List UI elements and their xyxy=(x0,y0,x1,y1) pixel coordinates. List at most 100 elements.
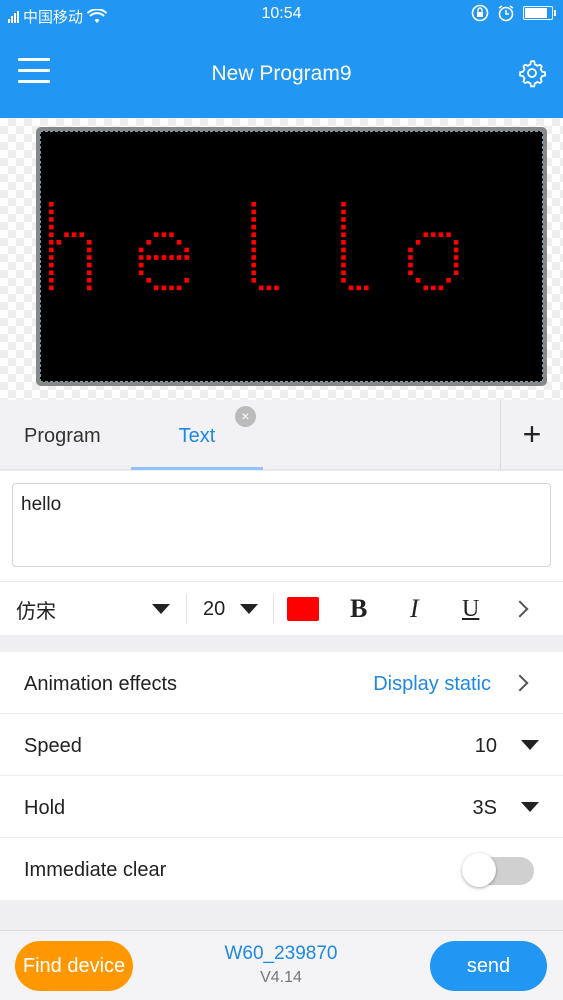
led-dot xyxy=(87,262,92,268)
animation-effects-label: Animation effects xyxy=(24,673,178,695)
led-dot xyxy=(161,232,167,237)
led-dot xyxy=(49,270,54,275)
led-dot xyxy=(251,232,256,237)
led-dot xyxy=(251,262,256,268)
led-dot xyxy=(176,240,182,245)
more-options-button[interactable] xyxy=(511,582,529,636)
font-size-value: 20 xyxy=(203,597,226,620)
app-header: 中国移动 10:54 New Program9 xyxy=(0,0,563,118)
bottom-bar: Find device W60_239870 V4.14 send xyxy=(0,930,563,1000)
close-tab-icon[interactable]: × xyxy=(235,406,256,427)
led-dot xyxy=(431,285,436,291)
led-dot xyxy=(71,232,77,237)
led-dot xyxy=(161,255,167,260)
led-dot xyxy=(64,232,69,237)
led-dot xyxy=(266,285,272,291)
led-dot xyxy=(431,232,436,237)
add-tab-button[interactable]: + xyxy=(500,400,563,470)
gear-icon[interactable] xyxy=(517,58,547,88)
text-color-swatch[interactable] xyxy=(287,582,319,636)
divider xyxy=(273,594,274,624)
led-dot xyxy=(251,224,256,230)
color-swatch-fill xyxy=(287,597,319,621)
led-dot xyxy=(146,240,151,245)
led-text xyxy=(49,202,459,291)
dropdown-arrow-icon[interactable] xyxy=(521,714,539,776)
underline-button[interactable]: U xyxy=(462,582,479,636)
led-dot xyxy=(87,247,92,253)
hold-value: 3S xyxy=(472,797,497,819)
led-dot xyxy=(341,202,346,207)
led-dot xyxy=(341,209,346,215)
animation-effects-value: Display static xyxy=(373,673,491,695)
led-dot xyxy=(56,240,62,245)
led-dot xyxy=(251,209,256,215)
led-dot xyxy=(49,278,54,283)
led-dot xyxy=(438,285,444,291)
hold-row[interactable]: Hold 3S xyxy=(0,776,563,838)
dropdown-arrow-icon xyxy=(152,604,170,614)
text-input-section: hello xyxy=(0,471,563,581)
send-button[interactable]: send xyxy=(430,941,547,991)
text-content-input[interactable]: hello xyxy=(12,483,551,567)
led-dot xyxy=(87,270,92,275)
led-dot xyxy=(49,255,54,260)
led-dot xyxy=(341,262,346,268)
led-dot xyxy=(453,262,459,268)
hold-label: Hold xyxy=(24,797,66,819)
led-dot xyxy=(453,240,459,245)
led-preview-area xyxy=(0,118,563,400)
led-dot xyxy=(49,202,54,207)
settings-list: Animation effects Display static Speed 1… xyxy=(0,652,563,900)
device-info[interactable]: W60_239870 V4.14 xyxy=(180,943,382,987)
led-dot xyxy=(341,278,346,283)
led-dot xyxy=(251,217,256,222)
led-screen[interactable] xyxy=(40,131,543,382)
led-dot xyxy=(453,247,459,253)
led-dot xyxy=(49,285,54,291)
tab-program[interactable]: Program xyxy=(24,400,101,470)
chevron-right-icon xyxy=(511,652,529,714)
led-dot xyxy=(49,240,54,245)
font-size-select[interactable]: 20 xyxy=(203,582,259,636)
led-dot xyxy=(251,247,256,253)
italic-button[interactable]: I xyxy=(410,582,419,636)
led-dot xyxy=(184,255,189,260)
dropdown-arrow-icon[interactable] xyxy=(521,776,539,838)
led-dot xyxy=(408,255,413,260)
immediate-clear-toggle[interactable] xyxy=(462,838,534,900)
bold-button[interactable]: B xyxy=(350,582,367,636)
led-dot xyxy=(356,285,361,291)
led-dot xyxy=(341,270,346,275)
led-dot xyxy=(49,232,54,237)
title-bar: New Program9 xyxy=(0,30,563,118)
led-dot xyxy=(176,255,182,260)
led-screen-frame xyxy=(36,127,547,386)
led-dot xyxy=(154,255,159,260)
page-title: New Program9 xyxy=(211,62,352,85)
speed-row[interactable]: Speed 10 xyxy=(0,714,563,776)
led-dot xyxy=(138,247,144,253)
font-toolbar: 仿宋 20 B I U xyxy=(0,581,563,635)
tab-bar: Program Text xyxy=(0,400,563,470)
led-dot xyxy=(79,232,84,237)
led-dot xyxy=(87,278,92,283)
led-dot xyxy=(87,240,92,245)
led-dot xyxy=(341,247,346,253)
led-dot xyxy=(146,278,151,283)
led-dot xyxy=(154,232,159,237)
animation-effects-row[interactable]: Animation effects Display static xyxy=(0,652,563,714)
status-bar: 中国移动 10:54 xyxy=(0,0,563,30)
led-dot xyxy=(169,255,174,260)
led-dot xyxy=(438,232,444,237)
speed-value: 10 xyxy=(474,735,497,757)
font-family-select[interactable]: 仿宋 xyxy=(16,582,170,636)
active-tab-indicator xyxy=(131,467,263,470)
led-dot xyxy=(169,232,174,237)
led-dot xyxy=(341,232,346,237)
led-dot xyxy=(453,270,459,275)
led-dot xyxy=(341,255,346,260)
led-dot xyxy=(49,262,54,268)
find-device-button[interactable]: Find device xyxy=(15,941,133,991)
chevron-right-icon xyxy=(511,600,529,618)
